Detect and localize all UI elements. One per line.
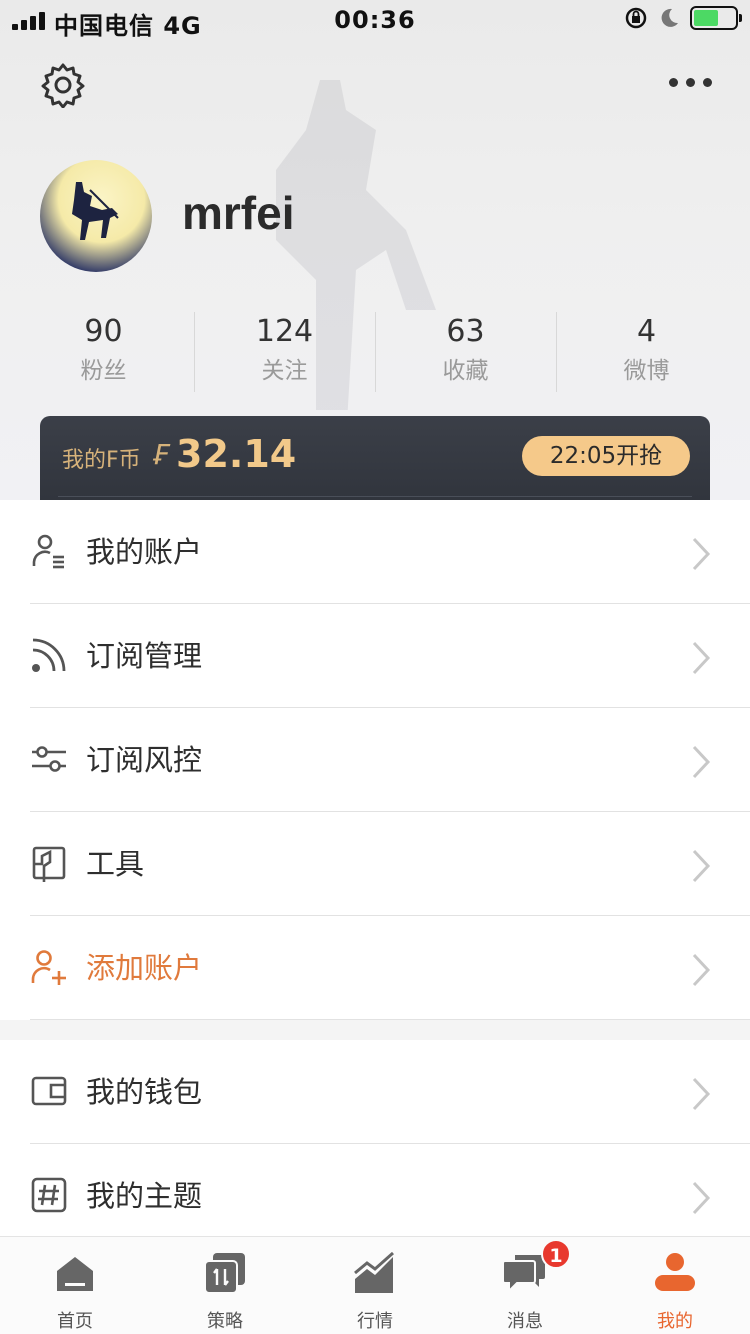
unread-badge: 1: [541, 1239, 571, 1269]
strategy-icon: [204, 1253, 245, 1294]
chevron-right-icon: [692, 953, 711, 987]
tab-strategy[interactable]: 策略: [150, 1237, 300, 1334]
menu-item-tools[interactable]: 工具: [0, 812, 750, 916]
stat-following[interactable]: 124 关注: [194, 312, 375, 392]
message-icon: [503, 1255, 545, 1294]
menu-item-label: 工具: [86, 847, 145, 881]
menu-item-my-wallet[interactable]: 我的钱包: [0, 1040, 750, 1144]
profile-icon: [655, 1253, 695, 1291]
profile-stats: 90 粉丝 124 关注 63 收藏 4 微博: [13, 312, 737, 392]
rss-icon: [32, 638, 66, 672]
tab-label: 行情: [357, 1311, 393, 1332]
moon-icon: [661, 8, 678, 27]
chevron-right-icon: [692, 745, 711, 779]
status-right-icons: [624, 6, 742, 30]
stat-weibo[interactable]: 4 微博: [556, 312, 737, 392]
divider: [58, 496, 692, 497]
tab-label: 我的: [657, 1311, 693, 1332]
avatar-rider-image: [72, 182, 119, 240]
tab-bar: 首页 策略 行情 1 消息 我的: [0, 1236, 750, 1334]
stat-followers[interactable]: 90 粉丝: [13, 312, 194, 392]
stat-value: 63: [446, 314, 485, 349]
fcoin-balance: 32.14: [176, 432, 297, 476]
stat-value: 90: [84, 314, 123, 349]
tool-icon: [32, 846, 66, 882]
username: mrfei: [182, 187, 295, 239]
stat-favorites[interactable]: 63 收藏: [375, 312, 556, 392]
chevron-right-icon: [692, 537, 711, 571]
chart-icon: [354, 1251, 394, 1293]
hashtag-icon: [31, 1177, 67, 1213]
menu-item-subscription-risk-control[interactable]: 订阅风控: [0, 708, 750, 812]
stat-value: 124: [255, 314, 314, 349]
more-dots-icon[interactable]: [669, 78, 712, 87]
home-icon: [57, 1257, 93, 1291]
menu-item-label: 我的账户: [86, 535, 203, 569]
menu-item-label: 我的主题: [86, 1179, 203, 1213]
fcoin-symbol: ₣: [152, 438, 170, 471]
menu-section-primary: 我的账户 订阅管理 订阅风控 工具 添加账户: [0, 500, 750, 1020]
menu-item-my-topics[interactable]: 我的主题: [0, 1144, 750, 1248]
sliders-icon: [32, 746, 66, 772]
chevron-right-icon: [692, 1077, 711, 1111]
avatar[interactable]: [40, 160, 152, 272]
grab-button[interactable]: 22:05开抢: [522, 436, 690, 476]
add-user-icon: [31, 950, 66, 985]
battery-icon: [690, 6, 742, 30]
user-list-icon: [32, 534, 64, 569]
tab-messages[interactable]: 1 消息: [450, 1237, 600, 1334]
chevron-right-icon: [692, 849, 711, 883]
stat-label: 粉丝: [80, 358, 127, 384]
menu-item-label: 我的钱包: [86, 1075, 203, 1109]
menu-item-my-account[interactable]: 我的账户: [0, 500, 750, 604]
stat-value: 4: [636, 314, 657, 349]
wallet-icon: [31, 1076, 67, 1106]
tab-label: 首页: [57, 1311, 93, 1332]
stat-label: 微博: [623, 358, 670, 384]
tab-profile[interactable]: 我的: [600, 1237, 750, 1334]
stat-label: 关注: [261, 358, 308, 384]
menu-section-secondary: 我的钱包 我的主题: [0, 1040, 750, 1236]
chevron-right-icon: [692, 1181, 711, 1215]
tab-label: 策略: [207, 1311, 243, 1332]
menu-item-label: 订阅管理: [86, 639, 203, 673]
fcoin-label: 我的F币: [62, 448, 141, 473]
menu-item-label: 添加账户: [86, 951, 203, 985]
menu-item-add-account[interactable]: 添加账户: [0, 916, 750, 1020]
status-bar: 中国电信 4G 00:36: [0, 0, 750, 40]
tab-home[interactable]: 首页: [0, 1237, 150, 1334]
menu-item-subscription-management[interactable]: 订阅管理: [0, 604, 750, 708]
chevron-right-icon: [692, 641, 711, 675]
section-gap: [0, 1020, 750, 1040]
tab-market[interactable]: 行情: [300, 1237, 450, 1334]
rotation-lock-icon: [625, 7, 647, 29]
menu-item-label: 订阅风控: [86, 743, 203, 777]
tab-label: 消息: [507, 1311, 543, 1332]
stat-label: 收藏: [442, 358, 489, 384]
gear-icon[interactable]: [40, 62, 86, 108]
